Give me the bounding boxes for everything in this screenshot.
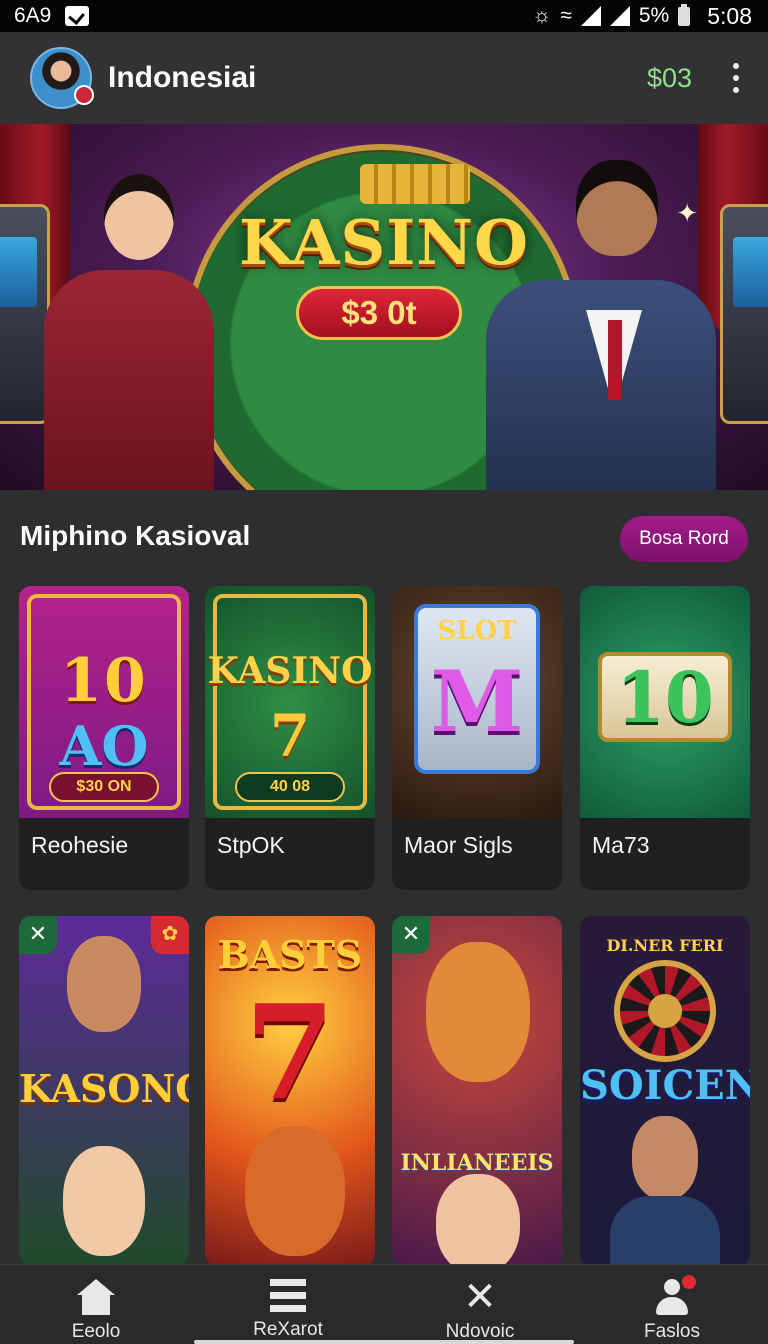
hero-jackpot-pill[interactable]: $3 0t [296,286,462,340]
tile-pill: $30 ON [49,772,159,802]
star-icon[interactable]: ✿ [151,916,189,954]
more-menu-icon[interactable] [726,63,746,93]
app-header: Indonesiai $03 [0,32,768,124]
game-card[interactable]: INLIANEEIS ✕ [392,916,562,1266]
battery-percent: 5% [638,4,670,27]
close-icon[interactable]: ✕ [19,916,57,954]
close-icon: ✕ [463,1275,497,1319]
signal-icon-2 [609,6,630,26]
game-card[interactable]: DI.NER FERI SOICEN [580,916,750,1266]
game-card[interactable]: 10 AO $30 ON Reohesie [19,586,189,890]
game-card[interactable]: KASONO ✕ ✿ [19,916,189,1266]
game-card[interactable]: SLOT M Maor Sigls [392,586,562,890]
tile-text: 10 [616,656,714,739]
game-thumbnail: 10 [580,586,750,818]
section-action-button[interactable]: Bosa Rord [620,516,748,562]
status-bar: 6A9 ☼ ≈ 5% 5:08 [0,0,768,32]
tile-text: INLIANEEIS [400,1150,554,1176]
game-card[interactable]: KASINO 7 40 08 StpOK [205,586,375,890]
tile-text: 10 [60,646,148,716]
status-left-text: 6A9 [14,4,52,27]
notification-icon [65,6,90,26]
game-title: Ma73 [592,832,650,858]
bottom-nav: Eeolo ReXarot ✕ Ndovoic Faslos [0,1264,768,1344]
game-title: StpOK [217,832,285,858]
hero-banner[interactable]: ✦ KASINO $3 0t [0,124,768,490]
nav-item-list[interactable]: ReXarot [192,1265,384,1344]
woman-figure [44,270,214,490]
tile-text: DI.NER FERI [606,936,724,955]
wifi-icon: ≈ [560,4,572,27]
game-thumbnail: 10 AO $30 ON [19,586,189,818]
hero-title: KASINO [239,206,529,279]
game-thumbnail: KASONO [19,916,189,1266]
tile-text: 7 [244,976,336,1129]
notification-dot [682,1275,696,1289]
game-title: Reohesie [31,832,129,858]
tile-text: 7 [269,702,311,770]
list-icon [270,1279,306,1313]
avatar-badge-icon [74,85,94,105]
coin-stack [360,164,470,204]
game-card[interactable]: 10 Ma73 [580,586,750,890]
tile-text: SLOT [437,616,517,646]
tile-text: SOICEN [580,1062,750,1109]
game-card[interactable]: BASTS 7 [205,916,375,1266]
tile-pill: 40 08 [235,772,345,802]
game-thumbnail: DI.NER FERI SOICEN [580,916,750,1266]
tile-text: KASINO [207,650,373,692]
man-tie [608,320,622,400]
app-title: Indonesiai [108,61,257,94]
close-icon[interactable]: ✕ [392,916,430,954]
game-thumbnail: BASTS 7 [205,916,375,1266]
game-thumbnail: INLIANEEIS [392,916,562,1266]
game-thumbnail: KASINO 7 40 08 [205,586,375,818]
game-thumbnail: SLOT M [392,586,562,818]
roulette-icon [614,960,716,1062]
nav-item-profile[interactable]: Faslos [576,1265,768,1344]
nav-label: Faslos [644,1321,700,1342]
nav-item-close[interactable]: ✕ Ndovoic [384,1265,576,1344]
home-icon [77,1279,115,1315]
home-indicator[interactable] [194,1340,574,1344]
nav-label: Eeolo [71,1321,121,1342]
tile-text: M [430,652,524,751]
nav-item-home[interactable]: Eeolo [0,1265,192,1344]
signal-icon [580,6,601,26]
battery-icon [678,3,691,26]
tile-text: BASTS [217,932,363,977]
game-title: Maor Sigls [404,832,513,858]
balance-display[interactable]: $03 [647,63,692,94]
section-title: Miphino Kasioval [20,520,251,551]
clock: 5:08 [707,2,752,29]
avatar[interactable] [30,47,94,109]
nav-label: ReXarot [253,1319,323,1340]
user-icon [654,1275,696,1315]
alarm-icon: ☼ [532,4,552,27]
tile-text: KASONO [19,1066,189,1111]
tile-text: AO [59,714,149,778]
